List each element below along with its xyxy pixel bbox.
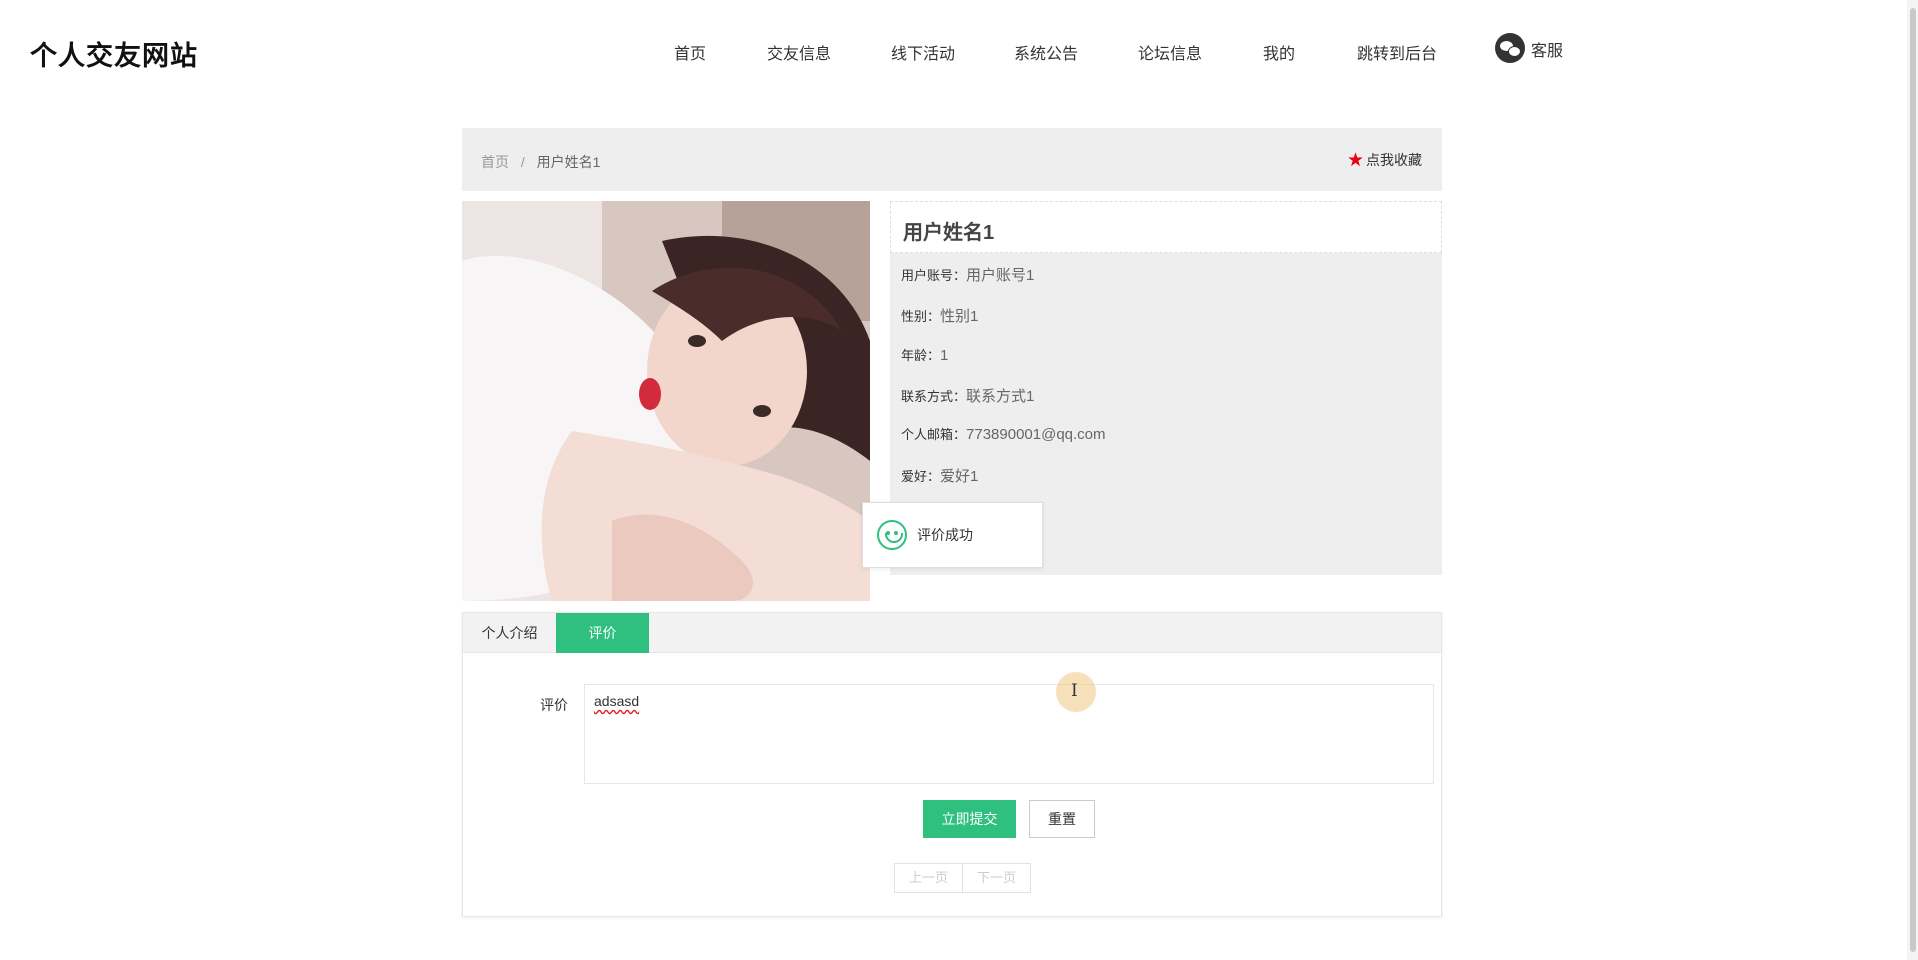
pagination: 上一页 下一页 [894,863,1032,893]
nav-item-home[interactable]: 首页 [674,40,706,64]
nav-item-announcements[interactable]: 系统公告 [1014,40,1078,64]
wechat-icon [1495,33,1525,63]
page-scrollbar[interactable] [1907,0,1918,960]
breadcrumb-current: 用户姓名1 [536,154,601,170]
field-value: 爱好1 [940,468,979,485]
field-label: 爱好： [901,469,941,484]
comment-textarea[interactable]: adsasd [584,684,1434,784]
field-contact: 联系方式：联系方式1 [901,385,1034,406]
nav-item-dating-info[interactable]: 交友信息 [767,40,831,64]
field-value: 1 [940,347,949,364]
tab-comments[interactable]: 评价 [556,613,649,653]
text-cursor-indicator [1056,672,1096,712]
field-account: 用户账号：用户账号1 [901,264,1034,285]
reset-button[interactable]: 重置 [1029,800,1095,838]
scrollbar-thumb[interactable] [1910,8,1916,952]
next-page-button[interactable]: 下一页 [962,863,1032,893]
customer-service-link[interactable]: 客服 [1495,33,1563,63]
customer-service-label: 客服 [1531,43,1564,60]
tab-introduction[interactable]: 个人介绍 [463,613,556,653]
toast-message: 评价成功 [917,527,973,543]
profile-name: 用户姓名1 [890,201,1442,253]
favorite-label: 点我收藏 [1366,152,1422,168]
field-label: 个人邮箱： [901,427,967,442]
nav-item-admin[interactable]: 跳转到后台 [1357,40,1437,64]
favorite-button[interactable]: ★ 点我收藏 [1347,150,1422,170]
field-label: 性别： [901,309,941,324]
prev-page-button[interactable]: 上一页 [894,863,964,893]
comment-text: adsasd [594,693,640,709]
field-value: 773890001@qq.com [966,426,1106,443]
breadcrumb-bar: 首页 / 用户姓名1 ★ 点我收藏 [462,128,1442,191]
field-label: 年龄： [901,348,941,363]
field-value: 联系方式1 [966,388,1035,405]
field-gender: 性别：性别1 [901,305,978,326]
main-nav: 首页 交友信息 线下活动 系统公告 论坛信息 我的 跳转到后台 客服 [0,0,1918,100]
field-value: 性别1 [940,308,979,325]
profile-photo [462,201,870,601]
field-label: 用户账号： [901,268,967,283]
success-toast: 评价成功 [862,502,1043,568]
breadcrumb: 首页 / 用户姓名1 [481,152,600,172]
field-hobby: 爱好：爱好1 [901,465,978,486]
nav-item-mine[interactable]: 我的 [1263,40,1295,64]
nav-item-offline-activities[interactable]: 线下活动 [891,40,955,64]
comment-label: 评价 [540,697,568,713]
tab-bar: 个人介绍 评价 [463,613,1441,653]
submit-button[interactable]: 立即提交 [923,800,1016,838]
smile-icon [877,520,907,550]
breadcrumb-separator: / [520,154,525,170]
field-age: 年龄：1 [901,345,948,364]
star-icon: ★ [1346,149,1364,171]
tabs-panel: 个人介绍 评价 评价 adsasd 立即提交 重置 上一页 下一页 [462,612,1442,917]
field-value: 用户账号1 [966,267,1035,284]
field-label: 联系方式： [901,389,967,404]
field-email: 个人邮箱：773890001@qq.com [901,424,1106,443]
breadcrumb-home[interactable]: 首页 [481,154,509,170]
nav-item-forum[interactable]: 论坛信息 [1138,40,1202,64]
